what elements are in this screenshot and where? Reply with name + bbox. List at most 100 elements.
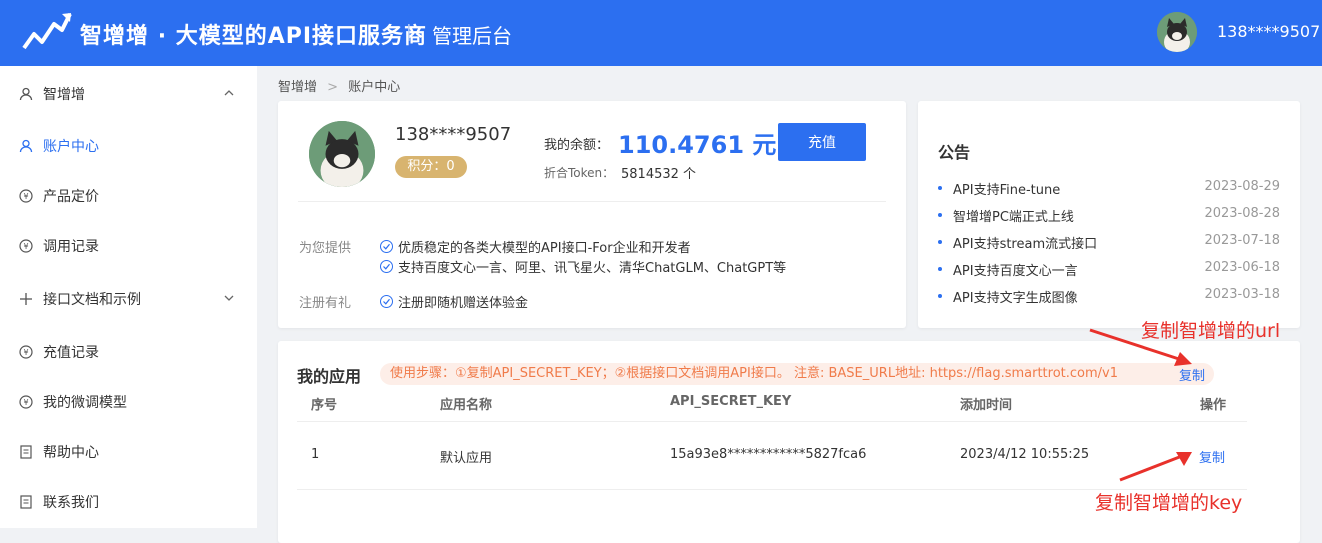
chevron-up-icon [224, 90, 234, 96]
sidebar-group-api-docs[interactable]: 接口文档和示例 [0, 274, 257, 324]
cat-avatar-icon [309, 121, 375, 187]
brand-dot: · [157, 24, 176, 49]
cell-added: 2023/4/12 10:55:25 [960, 447, 1090, 462]
header-separator: | [406, 22, 412, 42]
cat-avatar-icon [1157, 12, 1197, 52]
notice-date: 2023-07-18 [1204, 233, 1280, 248]
offer-text: 支持百度文心一言、阿里、讯飞星火、清华ChatGLM、ChatGPT等 [398, 261, 787, 276]
breadcrumb-home[interactable]: 智增增 [278, 80, 317, 95]
gift-label: 注册有礼 [299, 296, 352, 311]
notice-text: API支持文字生成图像 [953, 291, 1078, 306]
notice-text: 智增增PC端正式上线 [953, 210, 1074, 225]
notice-date: 2023-08-28 [1204, 206, 1280, 221]
svg-text:¥: ¥ [23, 242, 28, 251]
sidebar-item-label: 智增增 [43, 87, 85, 103]
gift-item: 注册即随机赠送体验金 [380, 292, 528, 311]
bullet-icon [938, 240, 942, 244]
column-header-added: 添加时间 [960, 398, 1013, 413]
column-header-action: 操作 [1200, 398, 1227, 413]
column-header-key: API_SECRET_KEY [670, 394, 792, 409]
apps-title: 我的应用 [297, 367, 362, 386]
gift-text: 注册即随机赠送体验金 [398, 296, 529, 311]
document-icon [18, 444, 34, 460]
notice-item[interactable]: API支持文字生成图像 2023-03-18 [938, 286, 1280, 306]
logo-icon [22, 13, 72, 50]
document-icon [18, 494, 34, 510]
red-arrow-icon [1119, 452, 1192, 482]
check-circle-icon [380, 260, 393, 273]
token-value: 5814532 个 [621, 167, 697, 182]
cell-index: 1 [311, 447, 320, 462]
offer-text: 优质稳定的各类大模型的API接口-For企业和开发者 [398, 241, 691, 256]
yen-circle-icon: ¥ [18, 238, 34, 254]
sidebar-item-label: 调用记录 [43, 239, 99, 255]
recharge-button[interactable]: 充值 [778, 123, 866, 161]
yen-circle-icon: ¥ [18, 188, 34, 204]
offer-item: 优质稳定的各类大模型的API接口-For企业和开发者 [380, 237, 691, 256]
points-badge: 积分：0 [395, 156, 467, 178]
notice-text: API支持百度文心一言 [953, 264, 1078, 279]
divider [298, 201, 886, 202]
bullet-icon [938, 213, 942, 217]
svg-text:¥: ¥ [23, 348, 28, 357]
bullet-icon [938, 294, 942, 298]
breadcrumb-separator: > [327, 80, 339, 95]
sidebar-item-label: 接口文档和示例 [43, 292, 141, 308]
brand-title: 智增增 · 大模型的API接口服务商 [80, 18, 427, 50]
cell-name: 默认应用 [440, 451, 493, 466]
notice-item[interactable]: API支持stream流式接口 2023-07-18 [938, 232, 1280, 252]
plus-icon [18, 291, 34, 307]
column-header-index: 序号 [311, 398, 338, 413]
notice-text: API支持Fine-tune [953, 183, 1061, 198]
profile-username: 138****9507 [395, 124, 512, 145]
copy-key-button[interactable]: 复制 [1199, 447, 1225, 466]
breadcrumb-current: 账户中心 [348, 80, 401, 95]
yen-circle-icon: ¥ [18, 344, 34, 360]
notice-item[interactable]: API支持Fine-tune 2023-08-29 [938, 178, 1280, 198]
offer-label: 为您提供 [299, 241, 352, 256]
header-username[interactable]: 138****9507 [1217, 22, 1320, 41]
profile-avatar [309, 121, 375, 187]
sidebar-item-help[interactable]: 帮助中心 [0, 427, 257, 477]
sidebar-item-contact[interactable]: 联系我们 [0, 477, 257, 527]
notice-text: API支持stream流式接口 [953, 237, 1098, 252]
notice-date: 2023-08-29 [1204, 179, 1280, 194]
sidebar-item-label: 我的微调模型 [43, 395, 127, 411]
notice-card: 公告 API支持Fine-tune 2023-08-29 智增增PC端正式上线 … [918, 101, 1300, 328]
svg-text:¥: ¥ [23, 192, 28, 201]
notice-item[interactable]: 智增增PC端正式上线 2023-08-28 [938, 205, 1280, 225]
sidebar-item-account[interactable]: 账户中心 [0, 121, 257, 171]
notice-item[interactable]: API支持百度文心一言 2023-06-18 [938, 259, 1280, 279]
brand-tagline: 大模型的API接口服务商 [175, 24, 428, 49]
check-circle-icon [380, 295, 393, 308]
profile-card: 138****9507 积分：0 我的余额： 110.4761 元 折合Toke… [278, 101, 906, 328]
top-header: 智增增 · 大模型的API接口服务商 | 管理后台 138****9507 [0, 0, 1322, 66]
sidebar-item-finetune-models[interactable]: ¥ 我的微调模型 [0, 377, 257, 427]
sidebar-item-pricing[interactable]: ¥ 产品定价 [0, 171, 257, 221]
header-avatar[interactable] [1157, 12, 1197, 52]
bullet-icon [938, 186, 942, 190]
table-divider [297, 421, 1247, 422]
notice-date: 2023-06-18 [1204, 260, 1280, 275]
sidebar: 智增增 账户中心 ¥ 产品定价 ¥ 调用记录 接口文档和示例 ¥ 充值记录 ¥ [0, 66, 257, 528]
user-icon [18, 86, 34, 102]
svg-text:¥: ¥ [23, 398, 28, 407]
admin-title: 管理后台 [432, 24, 512, 48]
bullet-icon [938, 267, 942, 271]
notice-date: 2023-03-18 [1204, 287, 1280, 302]
offer-item: 支持百度文心一言、阿里、讯飞星火、清华ChatGLM、ChatGPT等 [380, 257, 786, 276]
sidebar-item-label: 帮助中心 [43, 445, 99, 461]
chevron-down-icon [224, 295, 234, 301]
sidebar-item-call-records[interactable]: ¥ 调用记录 [0, 221, 257, 271]
red-arrow-icon [1089, 328, 1192, 366]
sidebar-item-label: 产品定价 [43, 189, 99, 205]
sidebar-item-label: 充值记录 [43, 345, 99, 361]
balance-value: 110.4761 元 [618, 131, 777, 159]
brand-name: 智增增 [80, 24, 150, 49]
sidebar-item-recharge-records[interactable]: ¥ 充值记录 [0, 327, 257, 377]
cell-key: 15a93e8************5827fca6 [670, 447, 867, 462]
sidebar-group-zhizengzeng[interactable]: 智增增 [0, 69, 257, 119]
notice-title: 公告 [938, 143, 971, 162]
balance-label: 我的余额： [544, 138, 610, 153]
sidebar-item-label: 联系我们 [43, 495, 99, 511]
